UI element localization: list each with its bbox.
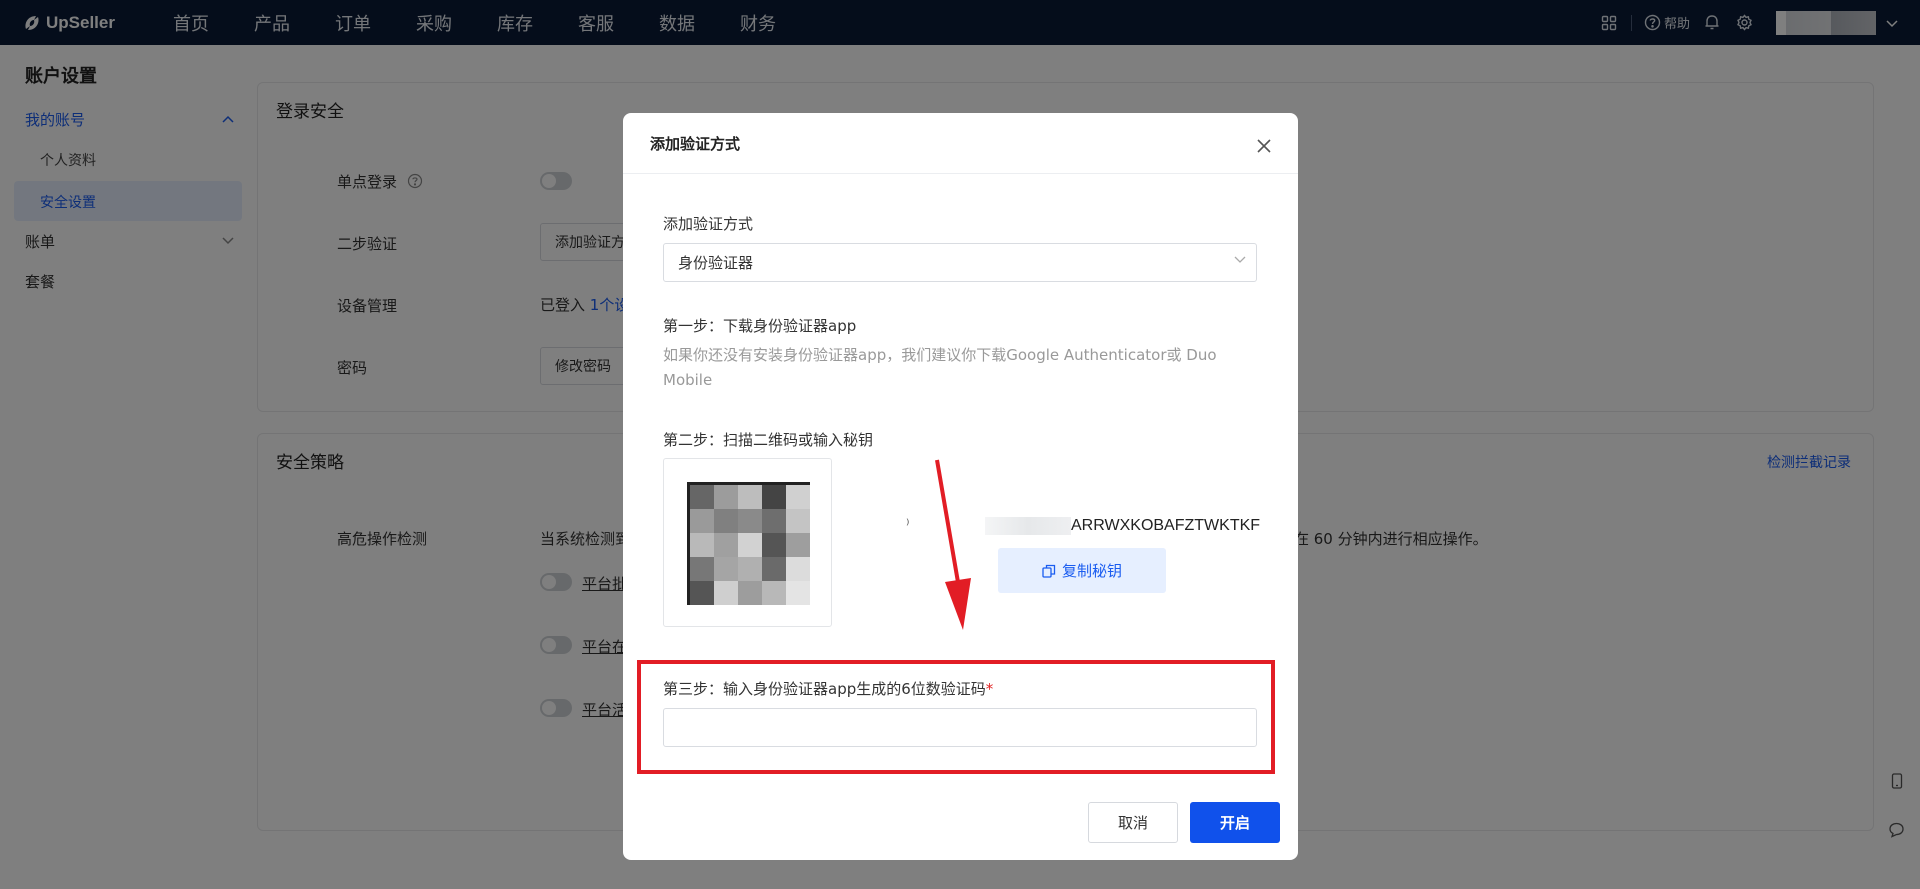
secret-key: ARRWXKOBAFZTWKTKF: [1071, 517, 1261, 534]
cancel-button[interactable]: 取消: [1088, 802, 1178, 843]
key-fragment: ⁾: [906, 517, 910, 533]
modal-header: 添加验证方式: [623, 113, 1298, 174]
qr-code: [687, 482, 810, 605]
step3-title: 第三步：输入身份验证器app生成的6位数验证码*: [663, 678, 993, 699]
step1-title: 第一步：下载身份验证器app: [663, 317, 857, 335]
step2-title: 第二步：扫描二维码或输入秘钥: [663, 431, 874, 449]
enable-button[interactable]: 开启: [1190, 802, 1280, 843]
secret-key-masked-part: [985, 517, 1071, 535]
method-select-value: 身份验证器: [678, 254, 754, 272]
verification-code-input[interactable]: [663, 708, 1257, 747]
step1-description: 如果你还没有安装身份验证器app，我们建议你下载Google Authentic…: [663, 346, 1217, 389]
method-select[interactable]: 身份验证器: [663, 243, 1257, 282]
step3-title-text: 第三步：输入身份验证器app生成的6位数验证码: [663, 680, 986, 698]
chevron-down-icon: [1234, 256, 1246, 263]
modal-title: 添加验证方式: [650, 135, 741, 153]
method-label: 添加验证方式: [663, 215, 754, 233]
add-verification-modal: 添加验证方式 添加验证方式 身份验证器 第一步：下载身份验证器app 如果你还没…: [623, 113, 1298, 860]
copy-key-button[interactable]: 复制秘钥: [998, 548, 1166, 593]
close-icon[interactable]: [1255, 137, 1273, 155]
required-mark: *: [985, 680, 994, 698]
copy-key-label: 复制秘钥: [1061, 562, 1122, 580]
qr-code-box: [663, 458, 832, 627]
copy-icon: [1042, 564, 1056, 578]
red-arrow-annotation: [935, 459, 971, 630]
